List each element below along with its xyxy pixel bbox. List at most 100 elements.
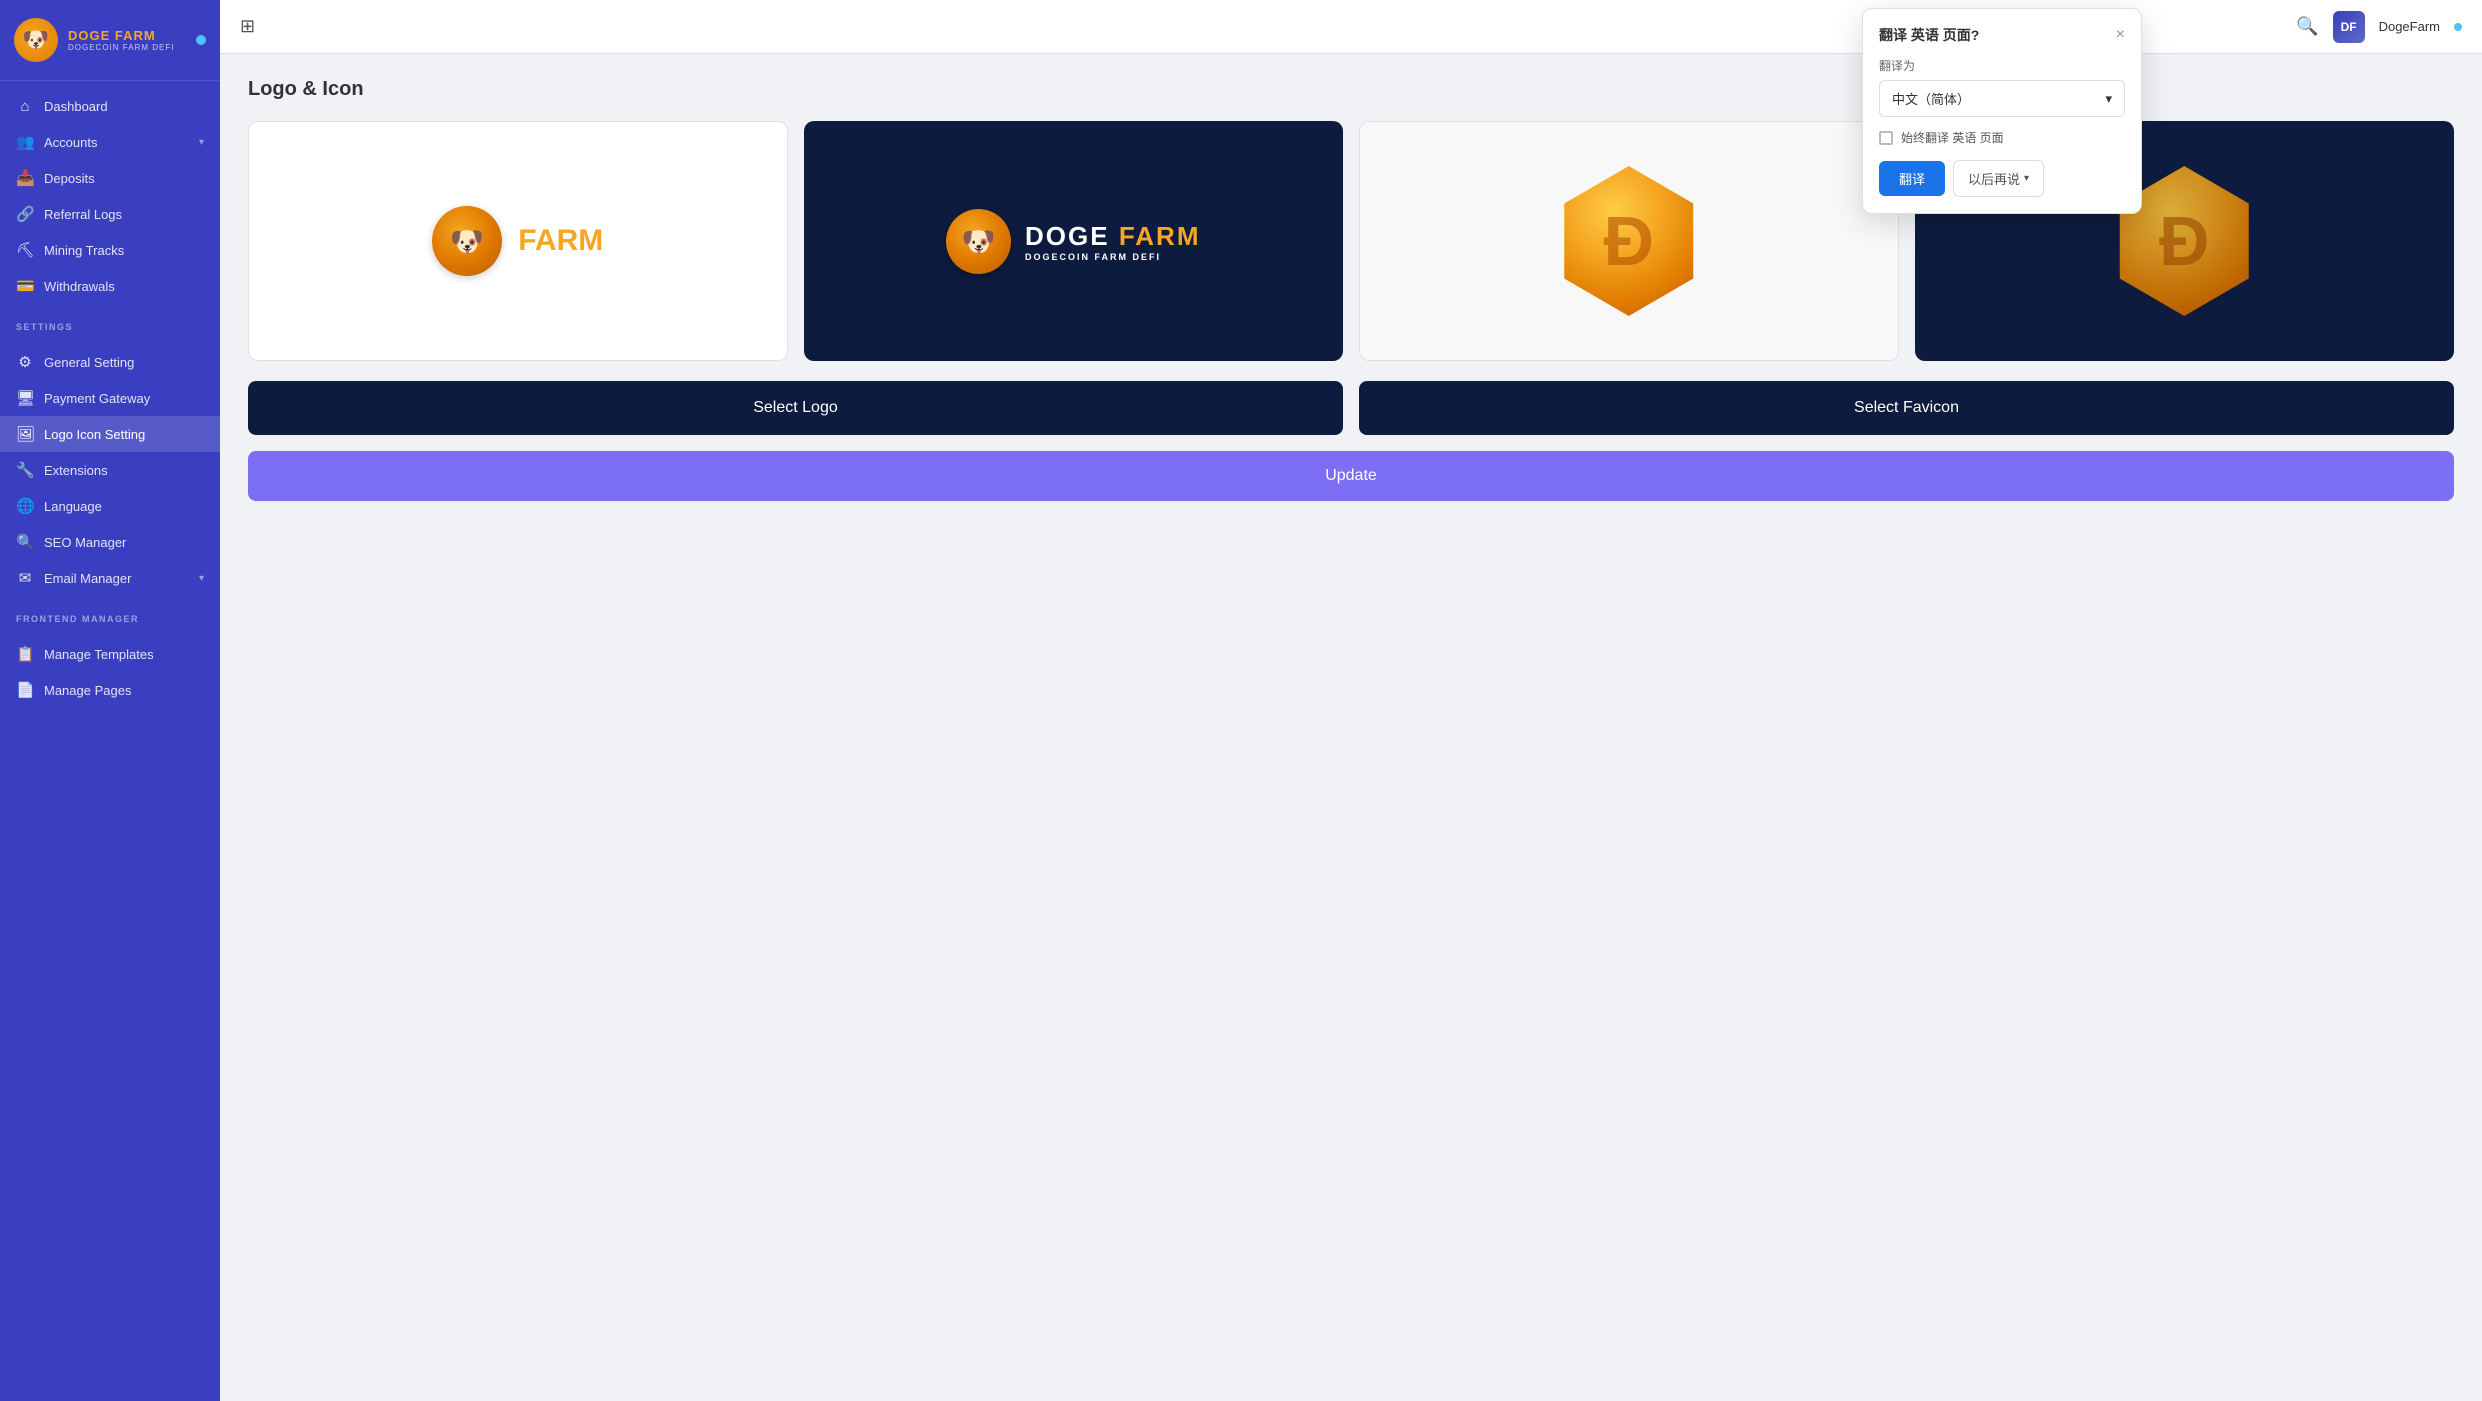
select-logo-button[interactable]: Select Logo [248, 381, 1343, 435]
email-icon: ✉ [16, 569, 34, 587]
sidebar-item-general-setting[interactable]: ⚙ General Setting [0, 344, 220, 380]
brand-dark-main: DOGE FARM [1025, 221, 1200, 252]
settings-nav: ⚙ General Setting 🖥 Payment Gateway 🖼 Lo… [0, 336, 220, 604]
sidebar-item-language[interactable]: 🌐 Language [0, 488, 220, 524]
translate-to-label: 翻译为 [1879, 57, 2125, 74]
accounts-icon: 👥 [16, 133, 34, 151]
user-status-dot [2454, 23, 2462, 31]
main-area: ⊞ 🔍 DF DogeFarm Logo & Icon 🐶 FARM [220, 0, 2482, 1401]
always-translate-label: 始终翻译 英语 页面 [1901, 129, 2004, 146]
chevron-down-icon: ▾ [199, 573, 204, 584]
sidebar-item-mining-tracks[interactable]: ⛏ Mining Tracks [0, 232, 220, 268]
main-nav: ⌂ Dashboard 👥 Accounts ▾ 📥 Deposits 🔗 Re… [0, 81, 220, 312]
brand-avatar: 🐶 [14, 18, 58, 62]
frontend-nav: 📋 Manage Templates 📄 Manage Pages [0, 628, 220, 716]
pages-icon: 📄 [16, 681, 34, 699]
brand-subtitle: DOGECOIN FARM DEFI [68, 43, 174, 52]
sidebar-item-accounts[interactable]: 👥 Accounts ▾ [0, 124, 220, 160]
sidebar-item-email-manager[interactable]: ✉ Email Manager ▾ [0, 560, 220, 596]
brand-name: DOGE FARM [68, 28, 174, 43]
doge-circle-light: 🐶 [432, 206, 502, 276]
translate-title: 翻译 英语 页面? [1879, 25, 1979, 45]
sidebar-item-label: Mining Tracks [44, 243, 124, 258]
logo-card-hex-light[interactable] [1359, 121, 1899, 361]
logo-dark-inner: 🐶 DOGE FARM DOGECOIN FARM DEFI [946, 209, 1200, 274]
select-favicon-button[interactable]: Select Favicon [1359, 381, 2454, 435]
topbar: ⊞ 🔍 DF DogeFarm [220, 0, 2482, 54]
close-icon[interactable]: × [2116, 26, 2125, 44]
sidebar-item-label: Email Manager [44, 571, 131, 586]
brand-text: DOGE FARM DOGECOIN FARM DEFI [68, 28, 174, 52]
topbar-right: 🔍 DF DogeFarm [2296, 11, 2462, 43]
sidebar-item-label: Manage Pages [44, 683, 131, 698]
sidebar-item-label: Language [44, 499, 102, 514]
chevron-down-icon: ▾ [199, 137, 204, 148]
translate-actions: 翻译 以后再说 ▾ [1879, 160, 2125, 197]
action-row: Select Logo Select Favicon [248, 381, 2454, 435]
page-content: Logo & Icon 🐶 FARM 🐶 DOGE FARM DOGEC [220, 54, 2482, 1401]
seo-icon: 🔍 [16, 533, 34, 551]
sidebar-item-payment-gateway[interactable]: 🖥 Payment Gateway [0, 380, 220, 416]
language-icon: 🌐 [16, 497, 34, 515]
sidebar-item-logo-icon-setting[interactable]: 🖼 Logo Icon Setting [0, 416, 220, 452]
logo-card-light[interactable]: 🐶 FARM [248, 121, 788, 361]
sidebar-item-label: Accounts [44, 135, 97, 150]
mining-icon: ⛏ [16, 241, 34, 259]
translate-confirm-button[interactable]: 翻译 [1879, 161, 1945, 196]
translate-header: 翻译 英语 页面? × [1879, 25, 2125, 45]
search-icon[interactable]: 🔍 [2296, 16, 2318, 37]
sidebar-item-extensions[interactable]: 🔧 Extensions [0, 452, 220, 488]
farm-text-light: FARM [518, 224, 603, 258]
dashboard-icon: ⌂ [16, 98, 34, 115]
sidebar-item-label: Dashboard [44, 99, 108, 114]
live-indicator [196, 35, 206, 45]
withdrawals-icon: 💳 [16, 277, 34, 295]
sidebar-brand: 🐶 DOGE FARM DOGECOIN FARM DEFI [0, 0, 220, 81]
sidebar-item-label: SEO Manager [44, 535, 126, 550]
sidebar-item-deposits[interactable]: 📥 Deposits [0, 160, 220, 196]
dropdown-chevron-icon: ▾ [2105, 91, 2112, 107]
username-label: DogeFarm [2379, 19, 2440, 34]
deposits-icon: 📥 [16, 169, 34, 187]
extensions-icon: 🔧 [16, 461, 34, 479]
referral-icon: 🔗 [16, 205, 34, 223]
later-label: 以后再说 [1968, 169, 2020, 188]
logo-card-dark[interactable]: 🐶 DOGE FARM DOGECOIN FARM DEFI [804, 121, 1344, 361]
logo-light-inner: 🐶 FARM [432, 206, 603, 276]
frontend-section-label: FRONTEND MANAGER [0, 604, 220, 628]
sidebar-item-label: Manage Templates [44, 647, 154, 662]
settings-section-label: SETTINGS [0, 312, 220, 336]
translate-later-button[interactable]: 以后再说 ▾ [1953, 160, 2044, 197]
sidebar-item-label: Extensions [44, 463, 108, 478]
sidebar-item-manage-pages[interactable]: 📄 Manage Pages [0, 672, 220, 708]
sidebar-item-referral-logs[interactable]: 🔗 Referral Logs [0, 196, 220, 232]
update-button[interactable]: Update [248, 451, 2454, 501]
hex-shape-light [1554, 166, 1704, 316]
sidebar-item-withdrawals[interactable]: 💳 Withdrawals [0, 268, 220, 304]
always-translate-checkbox[interactable] [1879, 131, 1893, 145]
expand-icon[interactable]: ⊞ [240, 16, 255, 37]
translate-card: 翻译 英语 页面? × 翻译为 中文（简体） ▾ 始终翻译 英语 页面 翻译 以… [1862, 8, 2142, 214]
sidebar-item-label: Referral Logs [44, 207, 122, 222]
brand-dark-sub: DOGECOIN FARM DEFI [1025, 252, 1200, 262]
brand-dark-text: DOGE FARM DOGECOIN FARM DEFI [1025, 221, 1200, 262]
gear-icon: ⚙ [16, 353, 34, 371]
logo-icon: 🖼 [16, 425, 34, 443]
language-select[interactable]: 中文（简体） ▾ [1879, 80, 2125, 117]
doge-circle-dark: 🐶 [946, 209, 1011, 274]
selected-language: 中文（简体） [1892, 89, 1970, 108]
sidebar-item-manage-templates[interactable]: 📋 Manage Templates [0, 636, 220, 672]
sidebar-item-label: Withdrawals [44, 279, 115, 294]
hex-icon-light [1549, 161, 1709, 321]
payment-icon: 🖥 [16, 389, 34, 407]
sidebar-item-seo-manager[interactable]: 🔍 SEO Manager [0, 524, 220, 560]
user-avatar: DF [2333, 11, 2365, 43]
sidebar-item-label: Payment Gateway [44, 391, 150, 406]
sidebar-item-dashboard[interactable]: ⌂ Dashboard [0, 89, 220, 124]
sidebar: 🐶 DOGE FARM DOGECOIN FARM DEFI ⌂ Dashboa… [0, 0, 220, 1401]
templates-icon: 📋 [16, 645, 34, 663]
sidebar-item-label: Logo Icon Setting [44, 427, 145, 442]
always-translate-row: 始终翻译 英语 页面 [1879, 129, 2125, 146]
later-chevron-icon: ▾ [2024, 173, 2029, 184]
sidebar-item-label: General Setting [44, 355, 134, 370]
